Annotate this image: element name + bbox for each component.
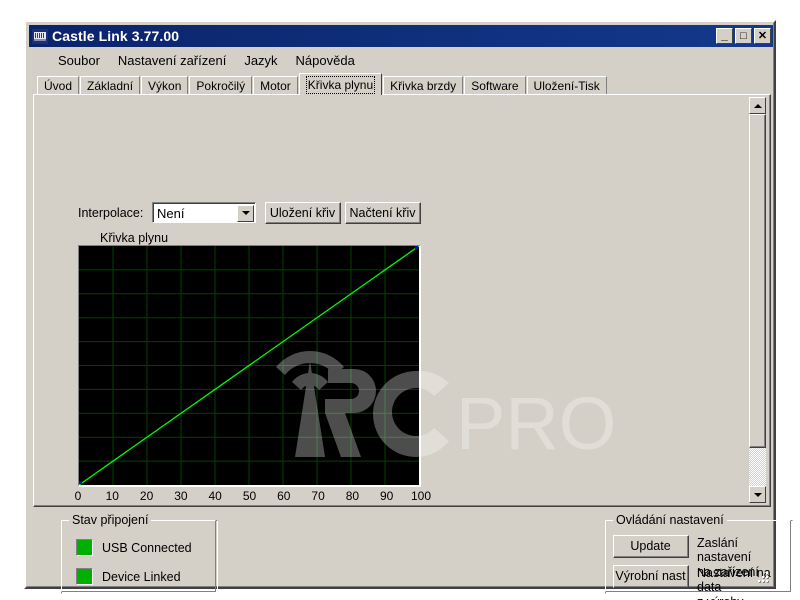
close-button[interactable]: ✕ — [754, 28, 771, 44]
chevron-down-glyph — [241, 211, 250, 215]
watermark-text: PROFI.sk — [456, 382, 618, 465]
usb-connected-indicator — [76, 539, 93, 556]
tab-zakladni[interactable]: Základní — [80, 76, 141, 95]
tab-vykon[interactable]: Výkon — [141, 76, 189, 95]
menu-item-nastaveni-zarizeni[interactable]: Nastavení zařízení — [109, 51, 235, 70]
x-tick-label: 80 — [345, 489, 360, 502]
load-curve-button-inner: Načtení křiv — [346, 203, 420, 223]
load-curve-label: Načtení křiv — [349, 205, 416, 220]
window-controls: _ □ ✕ — [716, 28, 771, 44]
update-button[interactable]: Update — [613, 535, 689, 558]
x-tick-label: 50 — [242, 489, 257, 502]
maximize-button[interactable]: □ — [735, 28, 752, 44]
screen: Castle Link 3.77.00 _ □ ✕ Soubor Nastave… — [0, 0, 800, 600]
scrollbar-track[interactable] — [749, 114, 766, 486]
menu-item-soubor[interactable]: Soubor — [49, 51, 109, 70]
arrow-up-icon — [753, 103, 762, 108]
menu-bar: Soubor Nastavení zařízení Jazyk Nápověda — [29, 49, 773, 71]
scrollbar-thumb-inner — [750, 115, 765, 447]
minimize-button[interactable]: _ — [716, 28, 733, 44]
tab-label: Křivka brzdy — [390, 79, 457, 93]
throttle-curve-chart[interactable] — [78, 245, 421, 487]
usb-connected-label: USB Connected — [102, 541, 192, 555]
factory-settings-button-label: Výrobní nast — [615, 569, 686, 583]
save-curve-button[interactable]: Uložení křiv — [265, 202, 341, 224]
scroll-down-button[interactable] — [749, 486, 766, 503]
interpolation-label: Interpolace: — [78, 206, 144, 220]
vertical-scrollbar[interactable] — [749, 97, 766, 503]
application-window: Castle Link 3.77.00 _ □ ✕ Soubor Nastave… — [24, 20, 793, 600]
tab-label: Motor — [260, 79, 291, 93]
device-linked-label: Device Linked — [102, 570, 181, 584]
tab-label: Výkon — [148, 79, 182, 93]
settings-control-title: Ovládání nastavení — [613, 513, 727, 527]
x-tick-label: 0 — [74, 489, 82, 502]
x-tick-label: 40 — [208, 489, 222, 502]
tab-motor[interactable]: Motor — [253, 76, 298, 95]
tab-panel-inner: Interpolace: Není Uložení křiv Načtení k… — [34, 95, 770, 506]
scrollbar-thumb[interactable] — [749, 114, 766, 448]
maximize-icon: □ — [740, 29, 747, 42]
menu-item-jazyk[interactable]: Jazyk — [235, 51, 286, 70]
factory-settings-button[interactable]: Výrobní nast — [613, 565, 689, 588]
tab-software[interactable]: Software — [464, 76, 526, 95]
chart-plot-area[interactable] — [79, 246, 419, 485]
factory-settings-button-inner: Výrobní nast — [614, 566, 688, 587]
tab-strip: Úvod Základní Výkon Pokročilý Motor Křiv… — [33, 73, 771, 95]
scroll-up-button[interactable] — [749, 97, 766, 114]
connection-status-title: Stav připojení — [69, 513, 152, 527]
connection-status-group: Stav připojení USB Connected Device Link… — [61, 513, 218, 594]
save-curve-label: Uložení křiv — [269, 205, 336, 220]
menu-item-napoveda[interactable]: Nápověda — [287, 51, 364, 70]
device-linked-indicator — [76, 568, 93, 585]
x-axis-ticks: 0 10 20 30 40 50 60 70 80 90 100 — [74, 489, 431, 502]
tab-pokrocily[interactable]: Pokročilý — [189, 76, 253, 95]
tab-panel: Interpolace: Není Uložení křiv Načtení k… — [33, 94, 771, 507]
chevron-down-icon[interactable] — [237, 204, 254, 222]
update-button-label: Update — [630, 539, 671, 553]
tab-label: Úvod — [44, 79, 73, 93]
tab-uvod[interactable]: Úvod — [37, 76, 80, 95]
settings-control-group: Ovládání nastavení Update Zaslání nastav… — [605, 513, 793, 600]
load-curve-button[interactable]: Načtení křiv — [345, 202, 421, 224]
factory-settings-description: Nastavení na data z výroby — [697, 566, 771, 600]
tab-krivka-plynu[interactable]: Křivka plynu — [298, 73, 383, 95]
x-tick-label: 60 — [277, 489, 291, 502]
arrow-down-icon — [753, 492, 762, 497]
tab-label: Základní — [87, 79, 134, 93]
tab-label: Křivka plynu — [305, 75, 376, 94]
app-logo-icon — [32, 28, 48, 44]
tab-ulozeni-tisk[interactable]: Uložení-Tisk — [526, 76, 607, 95]
x-tick-label: 10 — [105, 489, 119, 502]
close-icon: ✕ — [757, 29, 768, 42]
tab-label: Pokročilý — [196, 79, 246, 93]
x-tick-label: 70 — [311, 489, 325, 502]
interpolation-value: Není — [157, 205, 185, 221]
window-inner-frame: Castle Link 3.77.00 _ □ ✕ Soubor Nastave… — [26, 22, 793, 600]
interpolation-select-inner: Není — [153, 203, 255, 222]
x-tick-label: 90 — [380, 489, 394, 502]
x-tick-label: 30 — [174, 489, 188, 502]
title-bar[interactable]: Castle Link 3.77.00 _ □ ✕ — [29, 25, 773, 47]
save-curve-button-inner: Uložení křiv — [266, 203, 340, 223]
tab-label: Uložení-Tisk — [533, 79, 600, 93]
interpolation-select[interactable]: Není — [152, 202, 256, 223]
update-button-inner: Update — [614, 536, 688, 557]
x-tick-label: 100 — [410, 489, 432, 502]
x-tick-label: 20 — [139, 489, 154, 502]
minimize-icon: _ — [721, 28, 728, 42]
tab-krivka-brzdy[interactable]: Křivka brzdy — [383, 76, 464, 95]
window-title: Castle Link 3.77.00 — [52, 28, 180, 44]
tab-scroll-viewport: Interpolace: Není Uložení křiv Načtení k… — [36, 97, 736, 502]
chart-title: Křivka plynu — [100, 231, 169, 245]
tab-label: Software — [471, 79, 519, 93]
